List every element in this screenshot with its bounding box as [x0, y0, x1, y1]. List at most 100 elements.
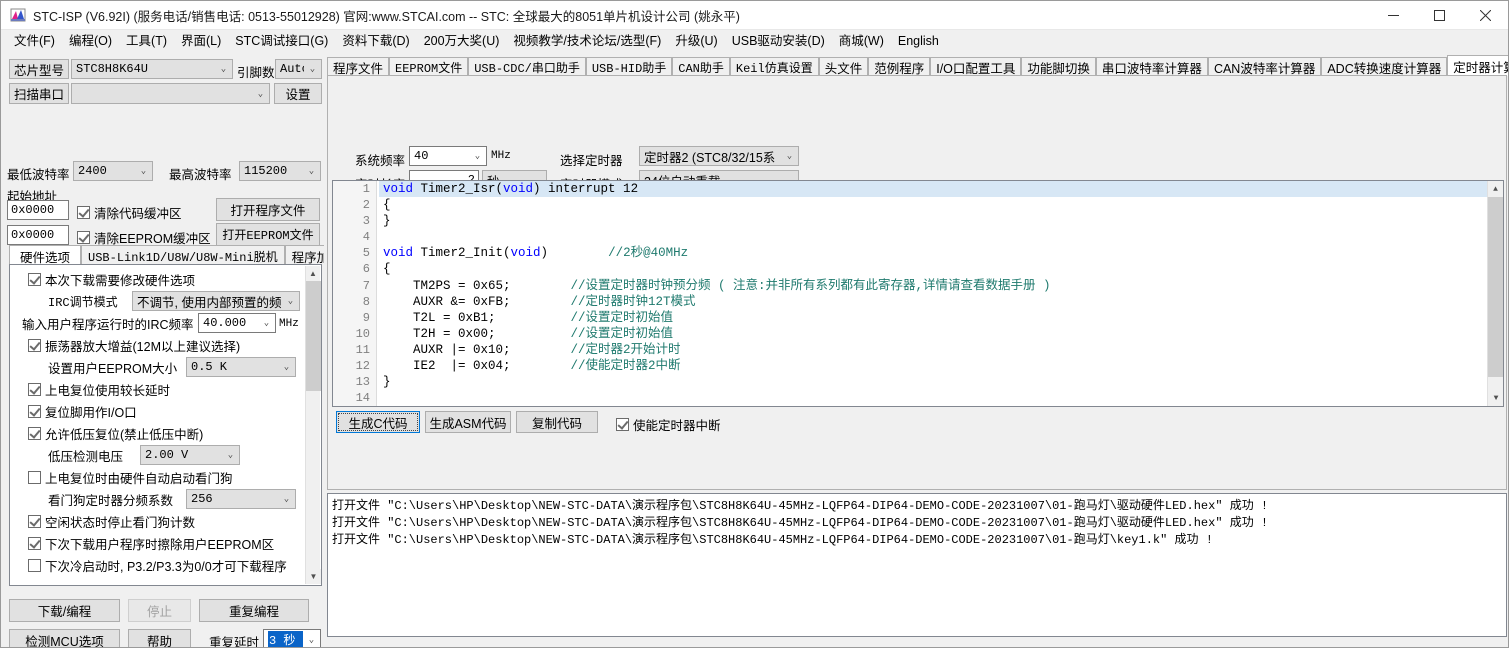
generate-c-code-button[interactable]: 生成C代码: [336, 411, 420, 433]
tab-keil-settings[interactable]: Keil仿真设置: [729, 57, 819, 76]
irc-frequency-value: 40.000: [203, 316, 247, 330]
repeat-program-button[interactable]: 重复编程: [199, 599, 309, 622]
chip-model-combo[interactable]: STC8H8K64U ⌄: [71, 59, 233, 79]
user-eeprom-size-value: 0.5 K: [191, 360, 228, 374]
tab-program-file[interactable]: 程序文件: [327, 57, 390, 76]
menu-item-mall[interactable]: 商城(W): [832, 31, 891, 52]
menu-item-video[interactable]: 视频教学/技术论坛/选型(F): [506, 31, 668, 52]
generate-asm-code-button[interactable]: 生成ASM代码: [425, 411, 511, 433]
maximize-button[interactable]: [1416, 1, 1462, 30]
enable-timer-interrupt-checkbox[interactable]: 使能定时器中断: [616, 415, 721, 434]
option-row[interactable]: IRC调节模式 不调节, 使用内部预置的频率 ⌄: [10, 290, 305, 312]
code-comment: //设置定时初始值: [570, 326, 674, 341]
tab-adc-speed-calc[interactable]: ADC转换速度计算器: [1321, 57, 1448, 76]
code-text: T2L = 0xB1;: [383, 310, 571, 325]
close-button[interactable]: [1462, 1, 1508, 30]
log-output[interactable]: 打开文件 "C:\Users\HP\Desktop\NEW-STC-DATA\演…: [327, 493, 1507, 637]
scrollbar-thumb[interactable]: [1488, 197, 1503, 377]
tab-example-programs[interactable]: 范例程序: [868, 57, 931, 76]
lvd-voltage-combo[interactable]: 2.00 V ⌄: [140, 445, 240, 465]
tab-can-assistant[interactable]: CAN助手: [672, 57, 730, 76]
menu-item-downloads[interactable]: 资料下载(D): [335, 31, 416, 52]
watchdog-prescaler-combo[interactable]: 256 ⌄: [186, 489, 296, 509]
option-row[interactable]: 上电复位时由硬件自动启动看门狗: [10, 466, 305, 488]
repeat-delay-combo[interactable]: 3 秒 ⌄: [263, 629, 321, 647]
max-baud-combo[interactable]: 115200 ⌄: [239, 161, 321, 181]
option-row[interactable]: 输入用户程序运行时的IRC频率 40.000 ⌄ MHz: [10, 312, 305, 334]
option-row[interactable]: 允许低压复位(禁止低压中断): [10, 422, 305, 444]
minimize-button[interactable]: [1370, 1, 1416, 30]
user-eeprom-size-combo[interactable]: 0.5 K ⌄: [186, 357, 296, 377]
option-row[interactable]: 设置用户EEPROM大小 0.5 K ⌄: [10, 356, 305, 378]
clear-code-buffer-checkbox[interactable]: 清除代码缓冲区: [77, 203, 182, 222]
tab-timer-calculator[interactable]: 定时器计算器: [1447, 55, 1508, 76]
menu-item-stc-debug[interactable]: STC调试接口(G): [228, 31, 335, 52]
menu-item-tools[interactable]: 工具(T): [119, 31, 174, 52]
timer-calculator-panel: 系统频率 40 ⌄ MHz 定时长度 2 秒 ⌄ 误差 0.00% 选择定时器 …: [327, 75, 1507, 490]
menu-item-english[interactable]: English: [891, 31, 946, 52]
menu-item-interface[interactable]: 界面(L): [174, 31, 228, 52]
serial-port-combo[interactable]: ⌄: [71, 83, 270, 104]
irc-mode-combo[interactable]: 不调节, 使用内部预置的频率 ⌄: [132, 291, 300, 311]
tab-header-file[interactable]: 头文件: [818, 57, 869, 76]
option-row[interactable]: 上电复位使用较长延时: [10, 378, 305, 400]
tab-usb-link-offline[interactable]: USB-Link1D/U8W/U8W-Mini脱机: [81, 245, 285, 265]
option-row[interactable]: 低压检测电压 2.00 V ⌄: [10, 444, 305, 466]
download-program-button[interactable]: 下载/编程: [9, 599, 120, 622]
eeprom-start-address-input[interactable]: 0x0000: [7, 225, 69, 245]
copy-code-button[interactable]: 复制代码: [516, 411, 598, 433]
tab-usb-cdc-serial[interactable]: USB-CDC/串口助手: [468, 57, 586, 76]
open-eeprom-file-button[interactable]: 打开EEPROM文件: [216, 223, 320, 246]
tab-usb-hid[interactable]: USB-HID助手: [585, 57, 673, 76]
pin-count-combo[interactable]: Auto ⌄: [275, 59, 322, 79]
option-row[interactable]: 看门狗定时器分频系数 256 ⌄: [10, 488, 305, 510]
sysfreq-combo[interactable]: 40 ⌄: [409, 146, 487, 166]
hardware-options-list[interactable]: 本次下载需要修改硬件选项 IRC调节模式 不调节, 使用内部预置的频率 ⌄ 输入…: [9, 264, 322, 586]
option-row[interactable]: 本次下载需要修改硬件选项: [10, 268, 305, 290]
checkbox-icon: [28, 470, 41, 484]
options-scrollbar[interactable]: ▲ ▼: [305, 266, 321, 584]
line-number: 11: [355, 342, 370, 357]
code-text: IE2 |= 0x04;: [383, 359, 571, 374]
tab-hardware-options[interactable]: 硬件选项: [9, 245, 82, 265]
settings-button[interactable]: 设置: [274, 83, 322, 104]
help-button[interactable]: 帮助: [128, 629, 191, 647]
select-timer-combo[interactable]: 定时器2 (STC8/32/15系 ⌄: [639, 146, 799, 166]
scroll-up-icon[interactable]: ▲: [306, 266, 320, 281]
option-row[interactable]: 振荡器放大增益(12M以上建议选择): [10, 334, 305, 356]
detect-mcu-options-button[interactable]: 检测MCU选项: [9, 629, 120, 647]
tab-function-pin-switch[interactable]: 功能脚切换: [1021, 57, 1096, 76]
code-text: }: [383, 375, 391, 390]
menu-item-usb-driver[interactable]: USB驱动安装(D): [725, 31, 832, 52]
scrollbar-thumb[interactable]: [306, 281, 321, 391]
stop-button: 停止: [128, 599, 191, 622]
tab-io-config-tool[interactable]: I/O口配置工具: [930, 57, 1022, 76]
code-comment: //使能定时器2中断: [570, 359, 681, 374]
generated-code-editor[interactable]: 1 2 3 4 5 6 7 8 9 10 11 12 13 14 void Ti…: [332, 180, 1504, 407]
scroll-down-icon[interactable]: ▼: [1488, 390, 1503, 406]
code-start-address-input[interactable]: 0x0000: [7, 200, 69, 220]
menu-item-upgrade[interactable]: 升级(U): [668, 31, 724, 52]
scroll-down-icon[interactable]: ▼: [306, 569, 321, 584]
clear-code-buffer-label: 清除代码缓冲区: [94, 207, 182, 221]
open-program-file-button[interactable]: 打开程序文件: [216, 198, 320, 221]
menu-item-file[interactable]: 文件(F): [7, 31, 62, 52]
tab-eeprom-file[interactable]: EEPROM文件: [389, 57, 469, 76]
scroll-up-icon[interactable]: ▲: [1488, 181, 1503, 197]
option-row[interactable]: 下次下载用户程序时擦除用户EEPROM区: [10, 532, 305, 554]
tab-uart-baud-calc[interactable]: 串口波特率计算器: [1095, 57, 1208, 76]
option-row[interactable]: 下次冷启动时, P3.2/P3.3为0/0才可下载程序: [10, 554, 305, 576]
code-text-area[interactable]: void Timer2_Isr(void) interrupt 12{} void…: [379, 181, 1487, 406]
option-row[interactable]: 复位脚用作I/O口: [10, 400, 305, 422]
tab-can-baud-calc[interactable]: CAN波特率计算器: [1207, 57, 1322, 76]
code-text: TM2PS = 0x65;: [383, 278, 571, 293]
irc-frequency-combo[interactable]: 40.000 ⌄: [198, 313, 276, 333]
menu-item-program[interactable]: 编程(O): [62, 31, 119, 52]
menu-item-prize[interactable]: 200万大奖(U): [417, 31, 507, 52]
code-comment: //设置定时初始值: [570, 310, 674, 325]
min-baud-combo[interactable]: 2400 ⌄: [73, 161, 153, 181]
code-scrollbar[interactable]: ▲ ▼: [1487, 181, 1503, 406]
option-row[interactable]: 空闲状态时停止看门狗计数: [10, 510, 305, 532]
option-label: IRC调节模式: [48, 295, 118, 310]
scan-port-button[interactable]: 扫描串口: [9, 83, 69, 104]
